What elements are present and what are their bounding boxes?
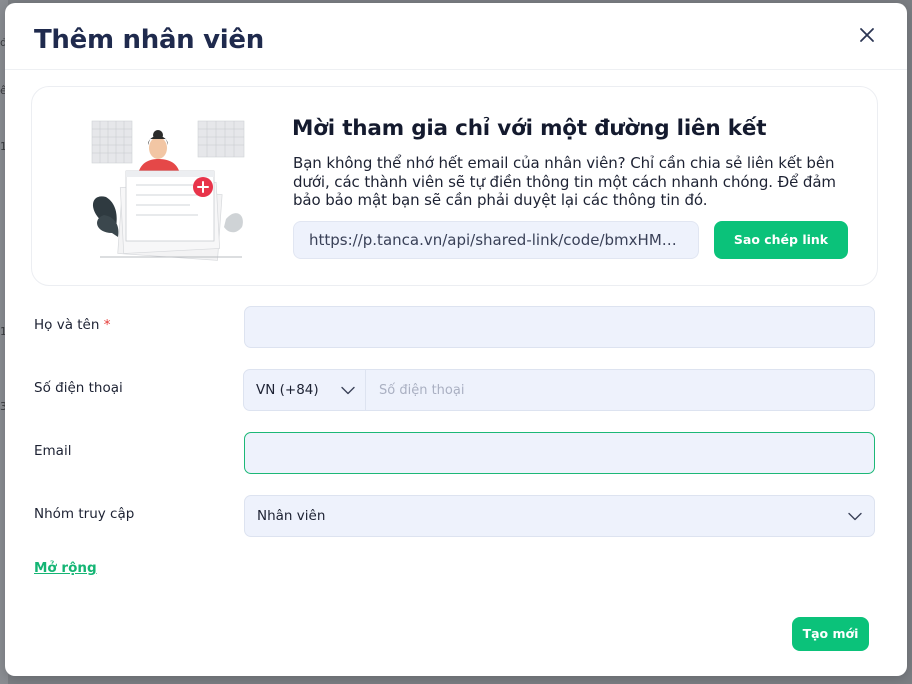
invite-link-card: Mời tham gia chỉ với một đường liên kết …	[31, 86, 878, 286]
invite-description: Bạn không thể nhớ hết email của nhân viê…	[293, 154, 836, 209]
phone-field: VN (+84) Số điện thoại	[243, 369, 875, 411]
create-button[interactable]: Tạo mới	[792, 617, 869, 651]
email-input[interactable]	[244, 432, 875, 474]
email-label: Email	[34, 443, 72, 459]
invite-title: Mời tham gia chỉ với một đường liên kết	[292, 116, 767, 141]
full-name-input[interactable]	[244, 306, 875, 348]
country-code-select[interactable]: VN (+84)	[244, 370, 366, 410]
add-employee-modal: Thêm nhân viên Mời tham gia chỉ với một …	[5, 3, 907, 676]
invite-illustration	[91, 120, 245, 261]
copy-link-button[interactable]: Sao chép link	[714, 221, 848, 259]
full-name-label-text: Họ và tên	[34, 317, 100, 333]
access-group-label: Nhóm truy cập	[34, 506, 135, 522]
shared-link-field[interactable]: https://p.tanca.vn/api/shared-link/code/…	[293, 221, 699, 259]
access-group-select[interactable]: Nhân viên	[244, 495, 875, 537]
full-name-label: Họ và tên *	[34, 317, 110, 333]
modal-title: Thêm nhân viên	[34, 25, 264, 55]
close-icon	[860, 28, 874, 42]
phone-label: Số điện thoại	[34, 380, 123, 396]
modal-header: Thêm nhân viên	[5, 3, 907, 70]
chevron-down-icon	[341, 386, 355, 394]
chevron-down-icon	[848, 512, 862, 520]
access-group-value: Nhân viên	[257, 508, 326, 524]
country-code-value: VN (+84)	[256, 382, 319, 398]
required-mark: *	[103, 317, 111, 333]
expand-link[interactable]: Mở rộng	[34, 560, 97, 576]
phone-input[interactable]: Số điện thoại	[366, 370, 874, 410]
close-button[interactable]	[855, 23, 879, 47]
